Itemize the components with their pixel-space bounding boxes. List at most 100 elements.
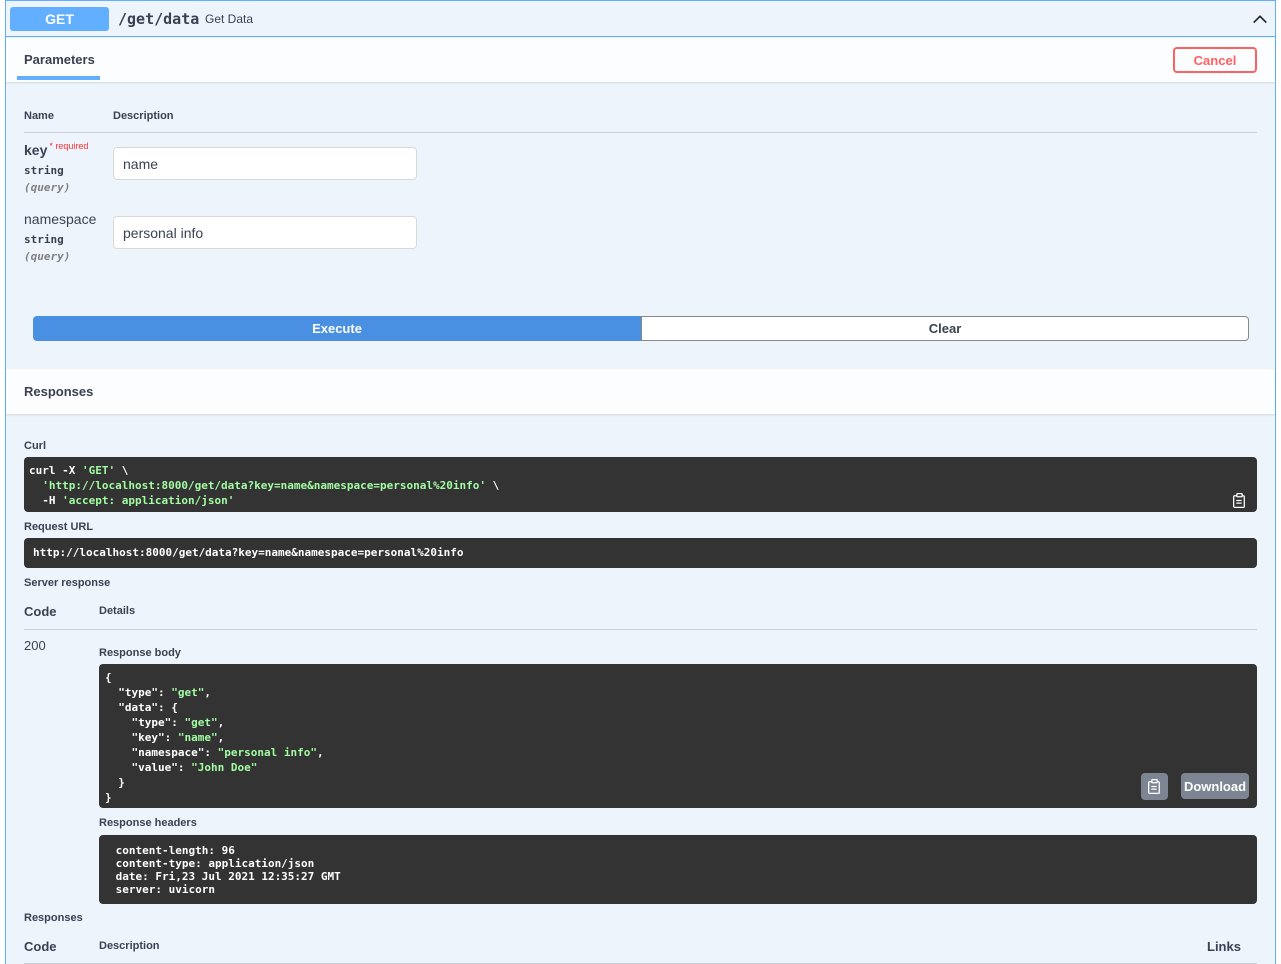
- json-punct: ,: [217, 731, 225, 744]
- json-key: "data": [118, 701, 158, 714]
- copy-icon[interactable]: [1231, 492, 1248, 509]
- json-key: "namespace": [131, 746, 205, 759]
- curl-text: \: [115, 464, 129, 477]
- header-line: server: uvicorn: [109, 883, 222, 896]
- request-url-value: http://localhost:8000/get/data?key=name&…: [33, 546, 464, 559]
- response-headers-block[interactable]: content-length: 96 content-type: applica…: [99, 835, 1257, 904]
- footer-col-links: Links: [1207, 939, 1241, 954]
- json-punct: :: [158, 686, 172, 699]
- json-punct: {: [105, 671, 112, 684]
- response-headers-label: Response headers: [99, 817, 197, 829]
- json-line: }: [105, 790, 1251, 805]
- json-punct: ,: [204, 686, 211, 699]
- footer-col-description: Description: [99, 940, 160, 952]
- curl-code: curl -X 'GET' \ 'http://localhost:8000/g…: [29, 463, 1252, 508]
- namespace-input[interactable]: [113, 216, 417, 249]
- json-line: "namespace": "personal info",: [105, 745, 1251, 760]
- http-method-badge: GET: [10, 7, 109, 31]
- curl-text: \: [485, 479, 500, 492]
- col-details-header: Details: [99, 605, 136, 617]
- param-name-namespace: namespace: [24, 211, 97, 227]
- curl-line: 'http://localhost:8000/get/data?key=name…: [29, 478, 1252, 493]
- required-label: required: [55, 141, 89, 151]
- json-punct: :: [177, 761, 192, 774]
- json-punct: : {: [158, 701, 178, 714]
- col-code-header: Code: [24, 604, 57, 619]
- curl-label: Curl: [24, 440, 46, 452]
- curl-string: 'http://localhost:8000/get/data?key=name…: [42, 479, 486, 492]
- param-location: (query): [24, 181, 71, 194]
- copy-icon: [1148, 778, 1160, 795]
- json-line: "type": "get",: [105, 715, 1251, 730]
- server-response-label: Server response: [24, 577, 111, 589]
- request-url-block[interactable]: http://localhost:8000/get/data?key=name&…: [24, 538, 1257, 568]
- responses-title: Responses: [24, 384, 94, 399]
- download-button[interactable]: Download: [1181, 773, 1249, 799]
- response-body-label: Response body: [99, 647, 181, 659]
- json-string: "John Doe": [191, 761, 258, 774]
- operation-path: /get/data: [118, 10, 200, 28]
- copy-response-button[interactable]: [1141, 773, 1168, 800]
- json-line: {: [105, 670, 1251, 685]
- json-string: "personal info": [217, 746, 317, 759]
- json-line: "value": "John Doe": [105, 760, 1251, 775]
- param-type: string: [24, 233, 64, 246]
- curl-line: -H 'accept: application/json': [29, 493, 1252, 508]
- tab-parameters[interactable]: Parameters: [17, 38, 100, 80]
- key-input[interactable]: [113, 147, 417, 180]
- curl-string: 'accept: application/json': [62, 494, 235, 507]
- status-code: 200: [24, 638, 46, 653]
- json-key: "value": [131, 761, 178, 774]
- response-body-code: { "type": "get", "data": { "type": "get"…: [105, 670, 1251, 805]
- json-punct: ,: [217, 716, 225, 729]
- json-line: "key": "name",: [105, 730, 1251, 745]
- footer-col-code: Code: [24, 939, 57, 954]
- json-string: "name": [177, 731, 218, 744]
- curl-line: curl -X 'GET' \: [29, 463, 1252, 478]
- operation-description: Get Data: [205, 12, 254, 26]
- table-divider: [24, 629, 1257, 630]
- json-punct: :: [204, 746, 218, 759]
- execute-button[interactable]: Execute: [33, 316, 641, 341]
- json-line: "type": "get",: [105, 685, 1251, 700]
- curl-string: 'GET': [81, 464, 116, 477]
- required-marker: * required: [49, 141, 88, 151]
- header-line: date: Fri,23 Jul 2021 12:35:27 GMT: [109, 870, 348, 883]
- param-location: (query): [24, 250, 71, 263]
- response-body-block[interactable]: { "type": "get", "data": { "type": "get"…: [99, 664, 1257, 808]
- curl-text: -H: [29, 494, 63, 507]
- json-punct: ,: [316, 746, 324, 759]
- curl-code-block[interactable]: curl -X 'GET' \ 'http://localhost:8000/g…: [24, 457, 1257, 512]
- curl-text: [29, 479, 42, 492]
- operation-summary[interactable]: GET /get/data Get Data: [6, 1, 1275, 37]
- cancel-button[interactable]: Cancel: [1173, 47, 1257, 73]
- required-asterisk: *: [49, 141, 53, 151]
- table-divider: [24, 132, 1257, 133]
- responses-header: Responses: [6, 369, 1275, 414]
- json-punct: :: [164, 731, 178, 744]
- clear-button[interactable]: Clear: [641, 316, 1249, 341]
- header-line: content-length: 96: [109, 844, 242, 857]
- json-key: "type": [118, 686, 158, 699]
- operation-block: GET /get/data Get Data Parameters Cancel…: [5, 0, 1276, 964]
- curl-text: curl -X: [29, 464, 82, 477]
- param-name-key: key * required: [24, 141, 88, 158]
- json-punct: }: [105, 776, 125, 789]
- json-line: "data": {: [105, 700, 1251, 715]
- json-string: "get": [184, 716, 218, 729]
- parameters-header: Parameters Cancel: [6, 38, 1275, 82]
- response-headers-code: content-length: 96 content-type: applica…: [109, 844, 1247, 896]
- header-line: content-type: application/json: [109, 857, 321, 870]
- col-description-header: Description: [113, 110, 174, 122]
- responses-footer-label: Responses: [24, 912, 83, 924]
- json-punct: }: [105, 791, 112, 804]
- param-name-text: key: [24, 142, 48, 158]
- json-string: "get": [171, 686, 205, 699]
- chevron-up-icon[interactable]: [1251, 10, 1269, 28]
